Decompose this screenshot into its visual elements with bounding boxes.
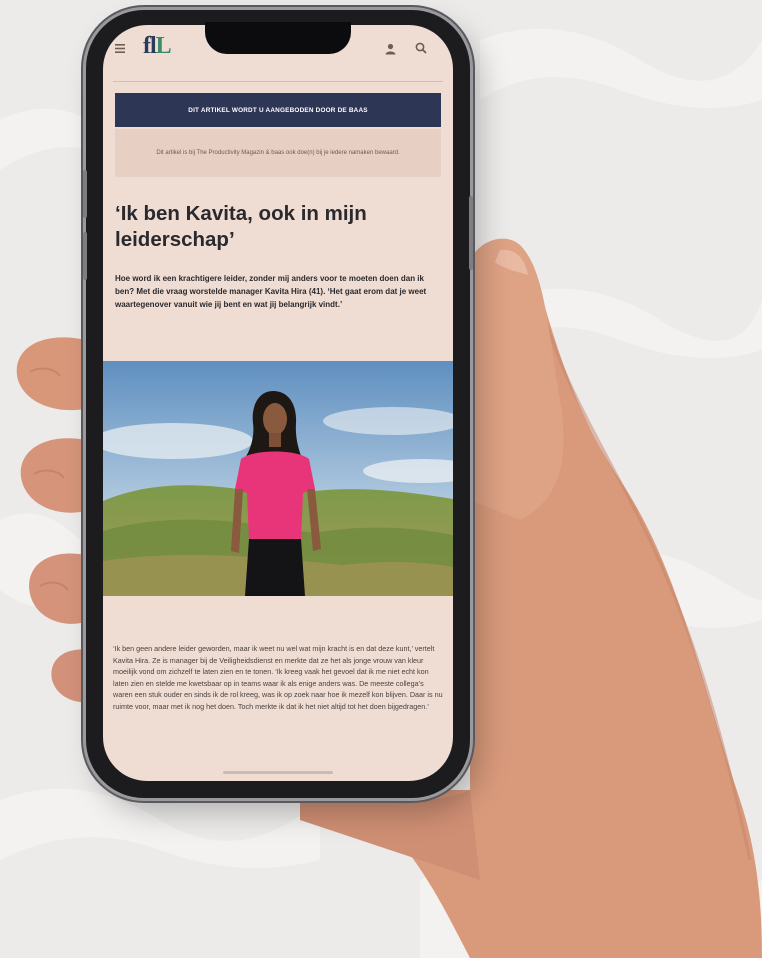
article-title: ‘Ik ben Kavita, ook in mijn leiderschap’ <box>115 202 367 252</box>
sponsor-banner[interactable]: DIT ARTIKEL WORDT U AANGEBODEN DOOR DE B… <box>115 93 441 127</box>
home-indicator <box>223 771 333 774</box>
header-divider <box>113 81 443 82</box>
site-logo[interactable]: flL <box>143 33 172 60</box>
volume-down-button <box>83 232 87 280</box>
power-button <box>469 196 473 270</box>
sponsor-notice-text: Dit artikel is bij The Productivity Maga… <box>156 149 400 156</box>
search-icon[interactable] <box>415 42 427 54</box>
article-hero-image <box>103 361 453 596</box>
phone-notch <box>205 22 351 54</box>
article-body: ‘Ik ben geen andere leider geworden, maa… <box>113 644 443 711</box>
sponsor-notice: Dit artikel is bij The Productivity Maga… <box>115 129 441 177</box>
volume-up-button <box>83 170 87 218</box>
phone-screen: flL DIT ARTIKEL WORDT U AANGEBODEN DOOR … <box>103 25 453 781</box>
hamburger-menu-icon[interactable] <box>115 44 125 53</box>
article-intro: Hoe word ik een krachtigere leider, zond… <box>115 274 427 309</box>
logo-text: fl <box>143 33 157 59</box>
user-icon[interactable] <box>385 43 396 55</box>
sponsor-banner-label: DIT ARTIKEL WORDT U AANGEBODEN DOOR DE B… <box>188 106 368 114</box>
logo-accent: L <box>155 33 172 59</box>
